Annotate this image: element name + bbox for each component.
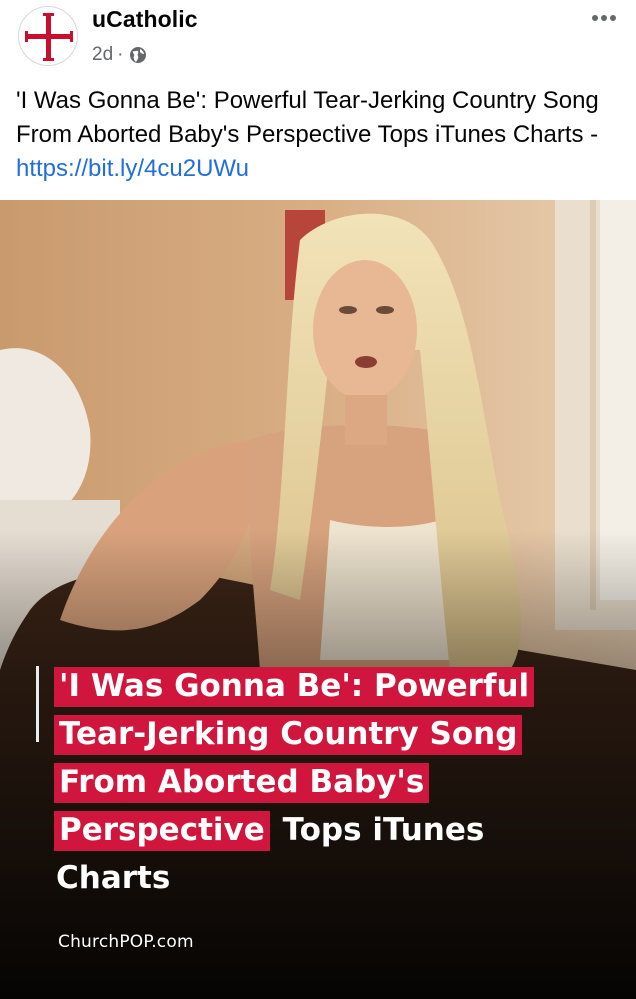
headline-highlight: From Aborted Baby's	[54, 763, 430, 803]
headline-line: Tear-Jerking Country Song	[54, 710, 614, 758]
post-timestamp[interactable]: 2d	[92, 44, 113, 66]
more-dots-icon	[592, 15, 616, 21]
post-text: 'I Was Gonna Be': Powerful Tear-Jerking …	[16, 84, 620, 186]
headline-line: 'I Was Gonna Be': Powerful	[54, 662, 614, 710]
headline-plain-text: Charts	[56, 860, 171, 896]
headline-highlight: Tear-Jerking Country Song	[54, 715, 523, 755]
headline-line: From Aborted Baby's	[54, 758, 614, 806]
headline-line: Charts	[54, 854, 614, 902]
source-credit: ChurchPOP.com	[58, 932, 194, 952]
more-options-button[interactable]	[586, 6, 622, 30]
headline-accent-bar	[36, 666, 39, 742]
post-link[interactable]: https://bit.ly/4cu2UWu	[16, 155, 249, 182]
globe-icon	[130, 47, 147, 63]
headline-highlight: Perspective	[54, 811, 270, 851]
post-header: uCatholic 2d ·	[0, 0, 636, 80]
headline-plain-text: Tops iTunes	[282, 812, 485, 848]
meta-separator: ·	[117, 44, 124, 65]
post-meta: 2d ·	[92, 44, 147, 66]
post-caption: 'I Was Gonna Be': Powerful Tear-Jerking …	[16, 87, 599, 148]
headline-line: Perspective Tops iTunes	[54, 806, 614, 854]
red-cross-icon	[25, 13, 73, 61]
page-name[interactable]: uCatholic	[92, 6, 198, 33]
avatar[interactable]	[18, 6, 78, 66]
post-image[interactable]: 'I Was Gonna Be': Powerful Tear-Jerking …	[0, 200, 636, 999]
image-headline: 'I Was Gonna Be': Powerful Tear-Jerking …	[54, 662, 614, 902]
headline-highlight: 'I Was Gonna Be': Powerful	[54, 667, 535, 707]
